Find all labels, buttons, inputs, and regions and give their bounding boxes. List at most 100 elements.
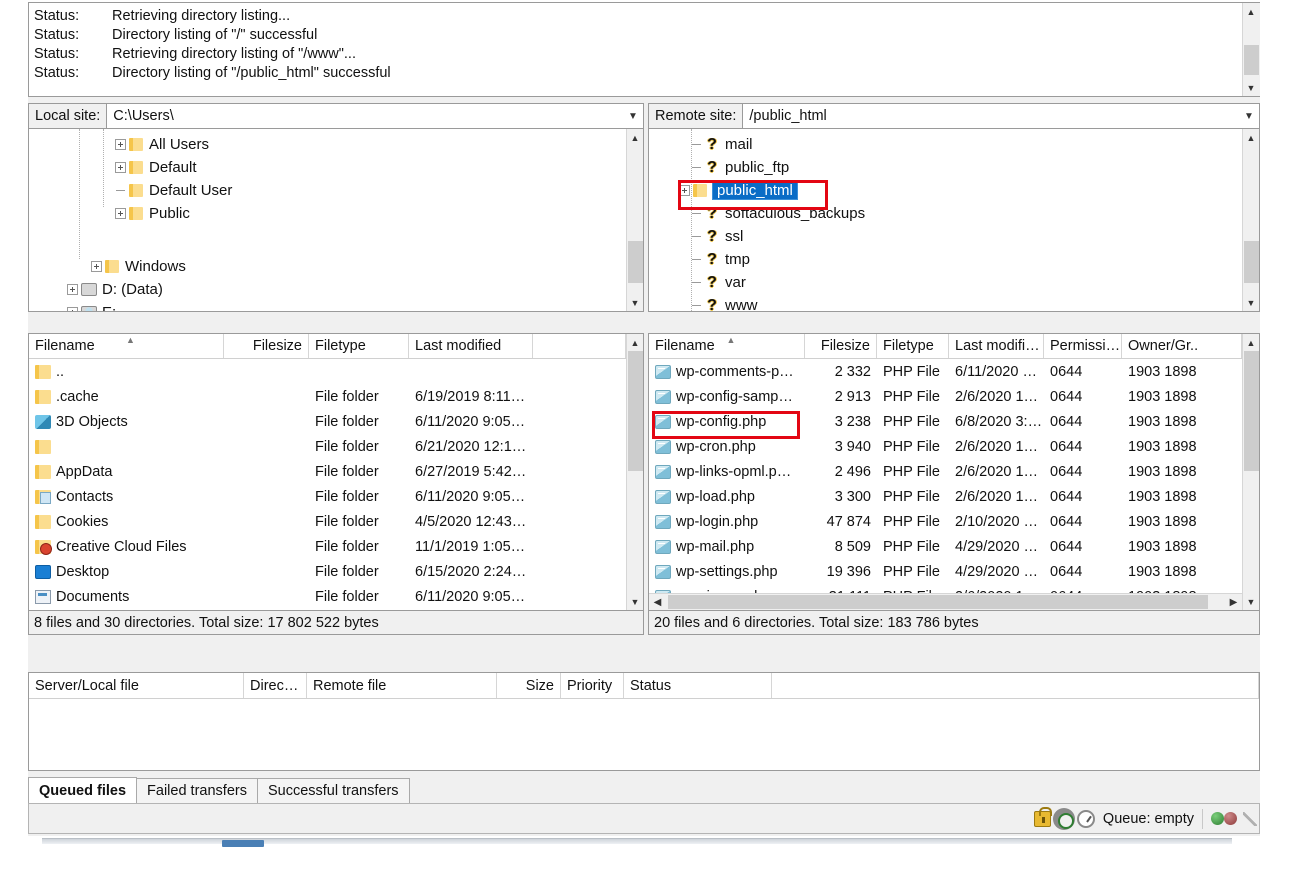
- column-header-direction[interactable]: Direc…: [244, 673, 307, 698]
- column-header-filename[interactable]: Filename ▲: [649, 334, 805, 358]
- table-row[interactable]: wp-signup.php 31 111 PHP File 2/6/2020 1…: [649, 584, 1242, 593]
- tab-successful-transfers[interactable]: Successful transfers: [257, 778, 410, 803]
- tab-queued-files[interactable]: Queued files: [28, 777, 137, 803]
- scroll-down-icon[interactable]: ▼: [1243, 593, 1260, 610]
- tree-item-mail[interactable]: ? mail: [691, 133, 753, 156]
- chevron-down-icon[interactable]: ▼: [1239, 104, 1259, 128]
- column-header-remote-file[interactable]: Remote file: [307, 673, 497, 698]
- tree-item-public-html[interactable]: public_html: [679, 179, 797, 202]
- scroll-down-icon[interactable]: ▼: [1243, 294, 1260, 311]
- scrollbar-track[interactable]: [1243, 20, 1260, 79]
- table-row[interactable]: wp-cron.php 3 940 PHP File 2/6/2020 1… 0…: [649, 434, 1242, 459]
- column-header-server-local-file[interactable]: Server/Local file: [29, 673, 244, 698]
- tree-item-tmp[interactable]: ? tmp: [691, 248, 750, 271]
- scroll-right-icon[interactable]: ▶: [1225, 594, 1242, 610]
- local-directory-tree[interactable]: All Users Default Default User Public: [28, 129, 644, 312]
- column-header-filesize[interactable]: Filesize: [805, 334, 877, 358]
- table-row[interactable]: Creative Cloud Files File folder 11/1/20…: [29, 534, 626, 559]
- local-file-list[interactable]: Filename ▲ Filesize Filetype Last modifi…: [28, 333, 644, 635]
- scrollbar-thumb[interactable]: [1244, 45, 1259, 75]
- column-header-permissions[interactable]: Permissi…: [1044, 334, 1122, 358]
- table-row[interactable]: wp-settings.php 19 396 PHP File 4/29/202…: [649, 559, 1242, 584]
- column-header-priority[interactable]: Priority: [561, 673, 624, 698]
- transfer-queue-panel[interactable]: Server/Local file Direc… Remote file Siz…: [28, 672, 1260, 771]
- scrollbar-track[interactable]: [1243, 351, 1260, 593]
- tree-item-ssl[interactable]: ? ssl: [691, 225, 743, 248]
- scrollbar-thumb[interactable]: [1244, 241, 1259, 283]
- scroll-up-icon[interactable]: ▲: [1243, 334, 1260, 351]
- tree-item-drive-e[interactable]: E:: [67, 301, 116, 311]
- table-row[interactable]: AppData File folder 6/27/2019 5:42…: [29, 459, 626, 484]
- table-row[interactable]: wp-login.php 47 874 PHP File 2/10/2020 ……: [649, 509, 1242, 534]
- scroll-up-icon[interactable]: ▲: [627, 334, 644, 351]
- local-file-list-scrollbar[interactable]: ▲ ▼: [626, 334, 643, 610]
- scrollbar-thumb[interactable]: [1244, 351, 1259, 471]
- scroll-down-icon[interactable]: ▼: [1243, 79, 1260, 96]
- remote-site-path[interactable]: /public_html: [743, 104, 1239, 128]
- column-header-filesize[interactable]: Filesize: [224, 334, 309, 358]
- column-header-filename[interactable]: Filename ▲: [29, 334, 224, 358]
- table-row[interactable]: Desktop File folder 6/15/2020 2:24…: [29, 559, 626, 584]
- expand-icon[interactable]: [91, 261, 102, 272]
- tree-item-www[interactable]: ? www: [691, 294, 758, 311]
- scrollbar-track[interactable]: [627, 351, 644, 593]
- expand-icon[interactable]: [679, 185, 690, 196]
- tree-item-default-user[interactable]: Default User: [115, 179, 232, 202]
- tree-item-public-ftp[interactable]: ? public_ftp: [691, 156, 789, 179]
- tree-item-public[interactable]: Public: [115, 202, 190, 225]
- expand-icon[interactable]: [115, 162, 126, 173]
- resize-grip-icon[interactable]: [1243, 812, 1257, 826]
- remote-file-list[interactable]: Filename ▲ Filesize Filetype Last modifi…: [648, 333, 1260, 635]
- scrollbar-thumb[interactable]: [628, 241, 643, 283]
- remote-file-list-scrollbar[interactable]: ▲ ▼: [1242, 334, 1259, 610]
- tab-failed-transfers[interactable]: Failed transfers: [136, 778, 258, 803]
- scroll-down-icon[interactable]: ▼: [627, 294, 644, 311]
- table-row[interactable]: wp-config-samp… 2 913 PHP File 2/6/2020 …: [649, 384, 1242, 409]
- scroll-up-icon[interactable]: ▲: [627, 129, 644, 146]
- scroll-down-icon[interactable]: ▼: [627, 593, 644, 610]
- table-row[interactable]: wp-links-opml.p… 2 496 PHP File 2/6/2020…: [649, 459, 1242, 484]
- remote-file-list-hscrollbar[interactable]: ◀ ▶: [649, 593, 1242, 610]
- table-row[interactable]: Documents File folder 6/11/2020 9:05…: [29, 584, 626, 609]
- column-header-size[interactable]: Size: [497, 673, 561, 698]
- scrollbar-thumb[interactable]: [628, 351, 643, 471]
- scrollbar-track[interactable]: [666, 594, 1225, 610]
- table-row-wp-config-php[interactable]: wp-config.php 3 238 PHP File 6/8/2020 3:…: [649, 409, 1242, 434]
- tree-item-default[interactable]: Default: [115, 156, 197, 179]
- table-row[interactable]: Contacts File folder 6/11/2020 9:05…: [29, 484, 626, 509]
- tree-item-windows[interactable]: Windows: [91, 255, 186, 278]
- speed-icon[interactable]: [1077, 810, 1095, 828]
- expand-icon[interactable]: [115, 139, 126, 150]
- column-header-filetype[interactable]: Filetype: [877, 334, 949, 358]
- table-row[interactable]: wp-comments-p… 2 332 PHP File 6/11/2020 …: [649, 359, 1242, 384]
- tree-item-all-users[interactable]: All Users: [115, 133, 209, 156]
- column-header-filetype[interactable]: Filetype: [309, 334, 409, 358]
- expand-icon[interactable]: [67, 284, 78, 295]
- scroll-up-icon[interactable]: ▲: [1243, 129, 1260, 146]
- column-header-status[interactable]: Status: [624, 673, 772, 698]
- tree-item-var[interactable]: ? var: [691, 271, 746, 294]
- table-row[interactable]: wp-load.php 3 300 PHP File 2/6/2020 1… 0…: [649, 484, 1242, 509]
- local-tree-scrollbar[interactable]: ▲ ▼: [626, 129, 643, 311]
- table-row[interactable]: File folder 6/21/2020 12:1…: [29, 434, 626, 459]
- chevron-down-icon[interactable]: ▼: [623, 104, 643, 128]
- remote-tree-scrollbar[interactable]: ▲ ▼: [1242, 129, 1259, 311]
- expand-icon[interactable]: [67, 307, 78, 311]
- message-log-scrollbar[interactable]: ▲ ▼: [1242, 3, 1259, 96]
- table-row[interactable]: .cache File folder 6/19/2019 8:11…: [29, 384, 626, 409]
- table-row[interactable]: wp-mail.php 8 509 PHP File 4/29/2020 … 0…: [649, 534, 1242, 559]
- table-row[interactable]: ..: [29, 359, 626, 384]
- gear-icon[interactable]: [1055, 810, 1073, 828]
- column-header-owner-group[interactable]: Owner/Gr..: [1122, 334, 1242, 358]
- table-row[interactable]: Cookies File folder 4/5/2020 12:43…: [29, 509, 626, 534]
- local-site-path[interactable]: C:\Users\: [107, 104, 623, 128]
- column-header-last-modified[interactable]: Last modifi…: [949, 334, 1044, 358]
- scrollbar-track[interactable]: [627, 146, 644, 294]
- scroll-left-icon[interactable]: ◀: [649, 594, 666, 610]
- scrollbar-thumb[interactable]: [668, 595, 1208, 609]
- tree-item-drive-d[interactable]: D: (Data): [67, 278, 163, 301]
- scrollbar-track[interactable]: [1243, 146, 1260, 294]
- expand-icon[interactable]: [115, 208, 126, 219]
- table-row[interactable]: 3D Objects File folder 6/11/2020 9:05…: [29, 409, 626, 434]
- remote-directory-tree[interactable]: ? mail ? public_ftp public_html ? softac…: [648, 129, 1260, 312]
